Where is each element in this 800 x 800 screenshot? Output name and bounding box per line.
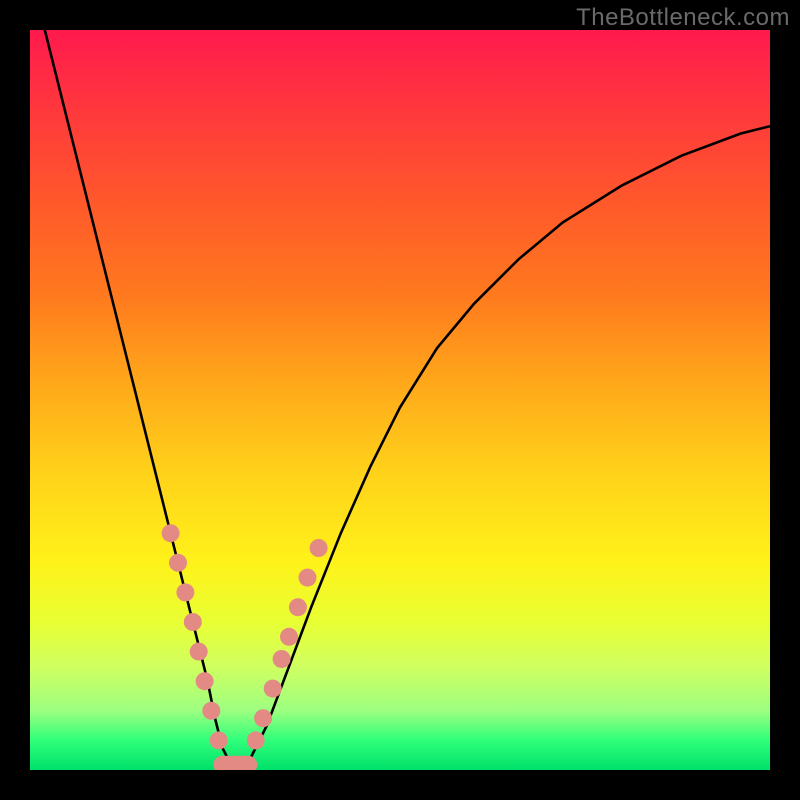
marker-dot <box>273 650 291 668</box>
marker-dot <box>289 598 307 616</box>
marker-dot <box>299 569 317 587</box>
marker-dot <box>184 613 202 631</box>
bottleneck-curve <box>45 30 770 766</box>
markers-left-branch <box>162 524 228 749</box>
marker-dot <box>310 539 328 557</box>
marker-dot <box>162 524 180 542</box>
marker-dot <box>169 554 187 572</box>
chart-svg <box>30 30 770 770</box>
marker-dot <box>264 680 282 698</box>
marker-dot <box>254 709 272 727</box>
chart-frame: TheBottleneck.com <box>0 0 800 800</box>
markers-right-branch <box>247 539 328 749</box>
marker-dot <box>280 628 298 646</box>
marker-dot <box>210 731 228 749</box>
watermark-text: TheBottleneck.com <box>576 4 790 32</box>
marker-dot <box>247 731 265 749</box>
marker-dot <box>190 643 208 661</box>
marker-dot <box>176 583 194 601</box>
marker-dot <box>202 702 220 720</box>
marker-dot <box>196 672 214 690</box>
plot-area <box>30 30 770 770</box>
